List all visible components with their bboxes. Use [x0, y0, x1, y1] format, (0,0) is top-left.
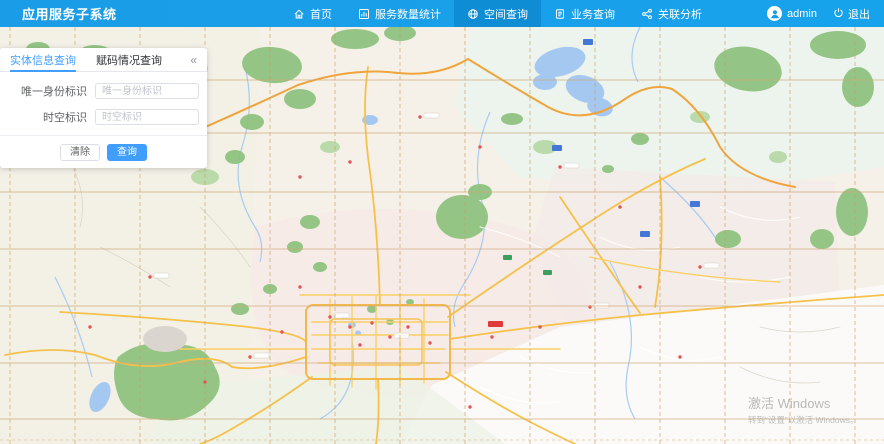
form-row: 唯一身份标识	[0, 83, 199, 99]
power-icon	[833, 7, 844, 21]
app-title: 应用服务子系统	[0, 4, 117, 23]
unique-identity-input[interactable]	[95, 83, 199, 99]
spacetime-id-label: 时空标识	[0, 109, 95, 125]
form-row: 时空标识	[0, 109, 199, 125]
top-bar: 应用服务子系统 首页 服务数量统计 空间查询	[0, 0, 884, 27]
logout-button[interactable]: 退出	[833, 6, 870, 22]
logout-label: 退出	[848, 6, 870, 22]
app-screen: 应用服务子系统 首页 服务数量统计 空间查询	[0, 0, 884, 444]
tab-coding-status-query[interactable]: 赋码情况查询	[96, 48, 162, 71]
home-icon	[293, 8, 305, 20]
query-button[interactable]: 查询	[107, 144, 147, 161]
collapse-panel-icon[interactable]: «	[190, 54, 197, 66]
button-row: 清除 查询	[0, 144, 207, 161]
nav-label: 服务数量统计	[375, 6, 441, 22]
nav-item-business-query[interactable]: 业务查询	[541, 0, 628, 27]
unique-identity-label: 唯一身份标识	[0, 83, 95, 99]
tab-entity-info-query[interactable]: 实体信息查询	[10, 48, 76, 71]
nav-item-association-analysis[interactable]: 关联分析	[628, 0, 715, 27]
panel-divider	[0, 135, 207, 136]
user-avatar-icon[interactable]	[767, 6, 782, 21]
nav-item-spatial-query[interactable]: 空间查询	[454, 0, 541, 27]
nav-item-service-stats[interactable]: 服务数量统计	[345, 0, 454, 27]
document-icon	[554, 8, 566, 20]
query-form: 唯一身份标识 时空标识	[0, 72, 207, 125]
username[interactable]: admin	[787, 8, 817, 20]
clear-button[interactable]: 清除	[60, 144, 100, 161]
main-nav: 首页 服务数量统计 空间查询 业务查询	[280, 0, 715, 27]
share-icon	[641, 8, 653, 20]
nav-label: 空间查询	[484, 6, 528, 22]
globe-icon	[467, 8, 479, 20]
nav-item-home[interactable]: 首页	[280, 0, 345, 27]
spacetime-id-input[interactable]	[95, 109, 199, 125]
user-box: admin 退出	[767, 6, 884, 22]
panel-tabs: 实体信息查询 赋码情况查询 «	[0, 48, 207, 72]
nav-label: 首页	[310, 6, 332, 22]
nav-label: 关联分析	[658, 6, 702, 22]
bar-chart-icon	[358, 8, 370, 20]
query-panel: 实体信息查询 赋码情况查询 « 唯一身份标识 时空标识 清除 查询	[0, 48, 207, 168]
nav-label: 业务查询	[571, 6, 615, 22]
